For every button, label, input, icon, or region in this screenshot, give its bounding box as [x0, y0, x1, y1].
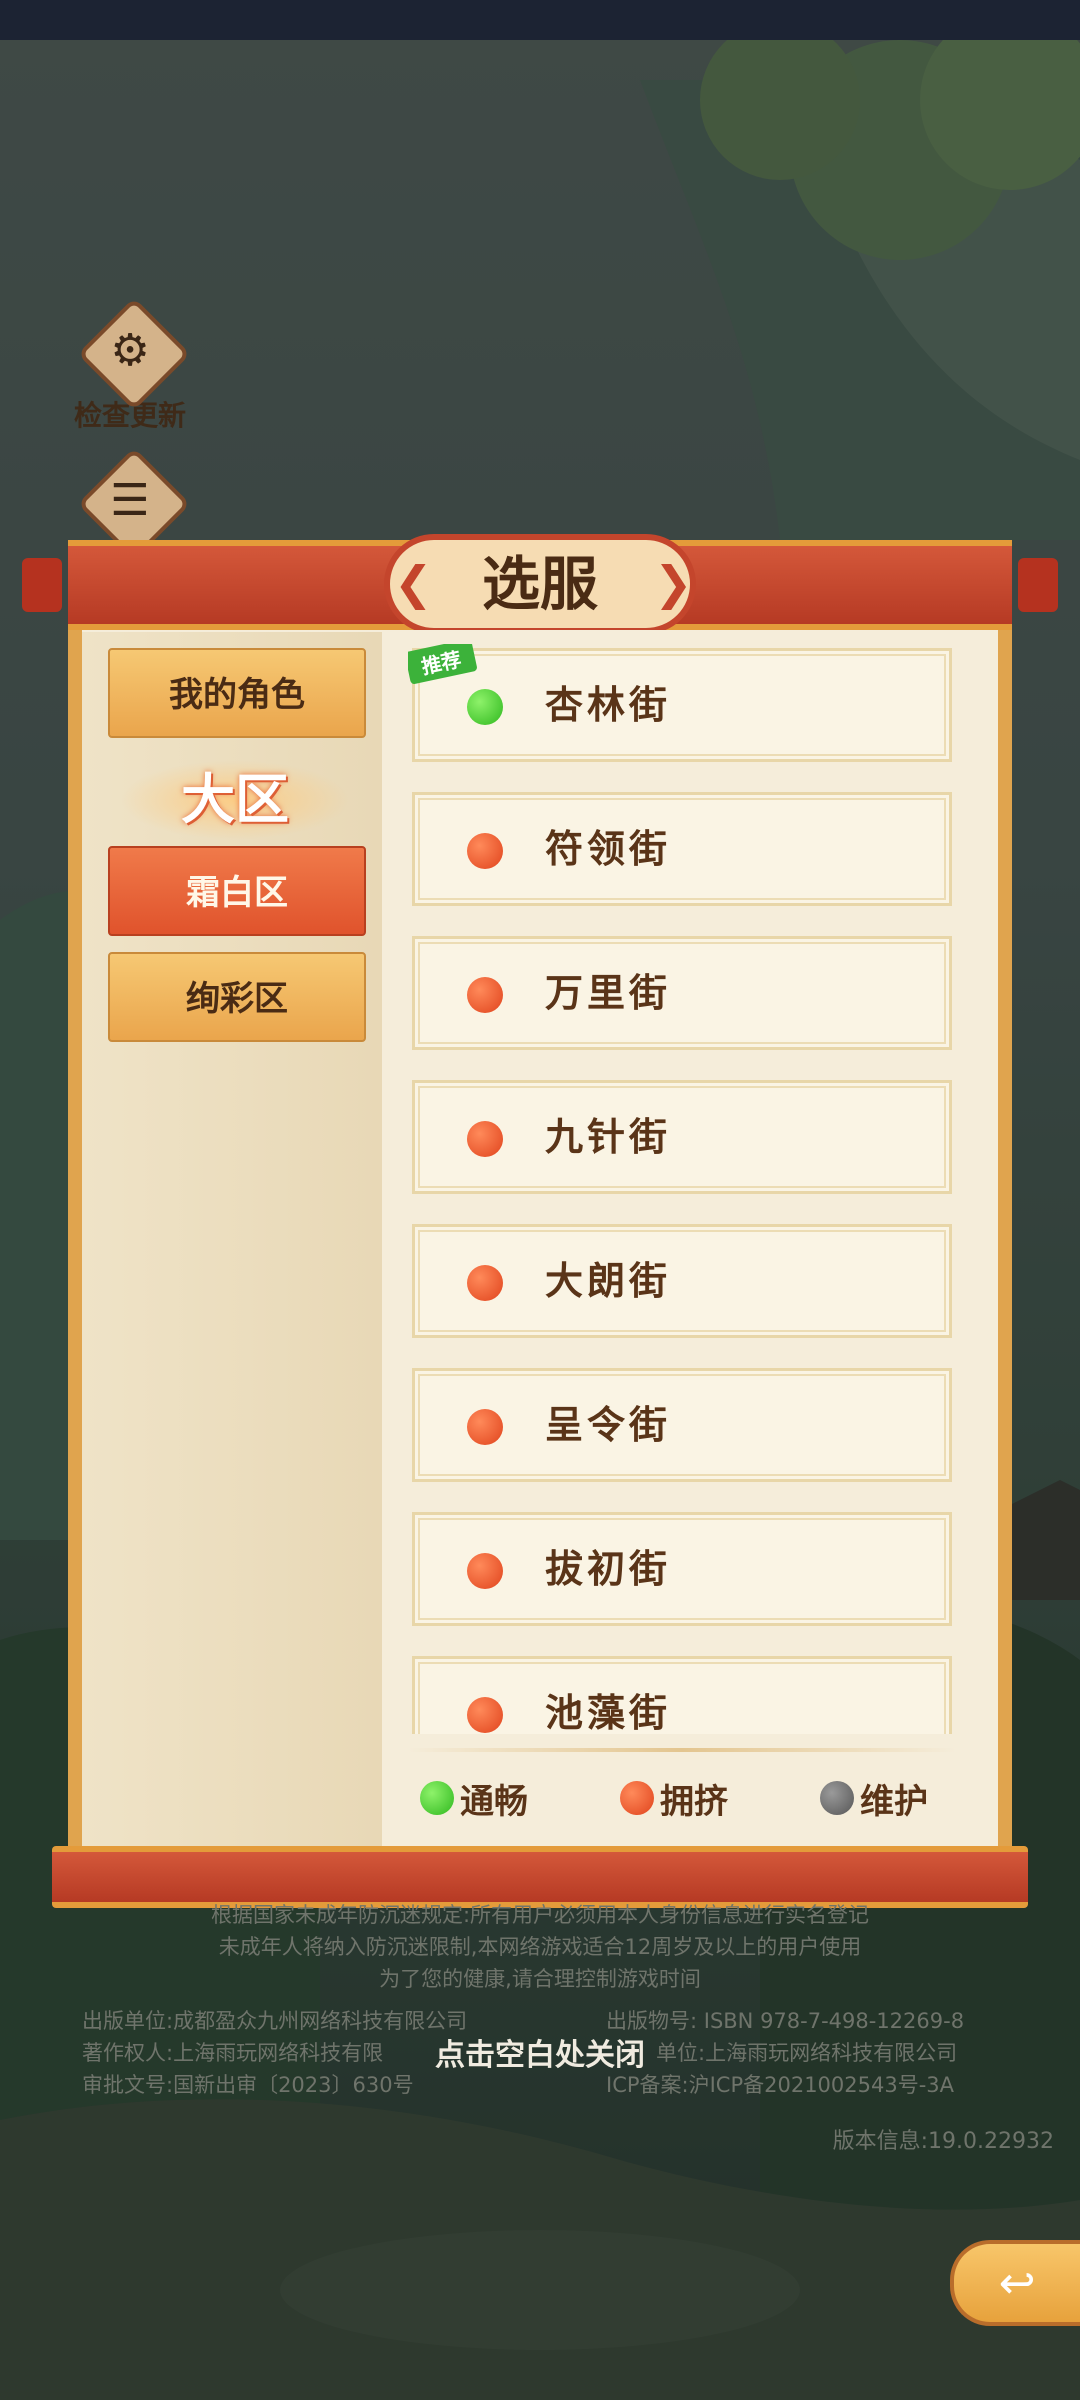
- server-list[interactable]: 推荐 杏林街 符领街 万里街 九针街 大朗街 呈令街 拔初街 池藻街: [408, 644, 956, 1734]
- server-item[interactable]: 符领街: [412, 792, 952, 906]
- server-item[interactable]: 九针街: [412, 1080, 952, 1194]
- legend-maintenance: 维护: [820, 1770, 928, 1826]
- server-name: 符领街: [545, 827, 672, 871]
- scroll-rod-left: [22, 558, 62, 612]
- server-name: 拔初街: [545, 1547, 672, 1591]
- legend-crowded: 拥挤: [620, 1770, 728, 1826]
- server-name: 池藻街: [545, 1691, 672, 1734]
- notice-box-icon: ☰: [77, 447, 191, 561]
- server-item[interactable]: 呈令街: [412, 1368, 952, 1482]
- region-header: 大区: [120, 760, 350, 840]
- back-button[interactable]: ↩: [950, 2240, 1080, 2326]
- legend-label: 维护: [860, 1781, 928, 1822]
- server-name: 杏林街: [545, 683, 672, 727]
- legend-label: 拥挤: [660, 1781, 728, 1822]
- server-item[interactable]: 大朗街: [412, 1224, 952, 1338]
- status-red-icon: [467, 977, 503, 1013]
- scroll-rod-right: [1018, 558, 1058, 612]
- status-green-icon: [467, 689, 503, 725]
- status-red-icon: [467, 1265, 503, 1301]
- tab-region-xuancai[interactable]: 绚彩区: [108, 952, 366, 1042]
- server-item[interactable]: 推荐 杏林街: [408, 644, 952, 762]
- status-red-icon: [620, 1781, 654, 1815]
- search-gear-icon: ⚙: [77, 297, 191, 411]
- recommend-badge: 推荐: [408, 644, 478, 685]
- status-red-icon: [467, 1553, 503, 1589]
- status-grey-icon: [820, 1781, 854, 1815]
- status-red-icon: [467, 833, 503, 869]
- return-arrow-icon: ↩: [998, 2257, 1036, 2309]
- anti-addiction-notice-3: 为了您的健康,请合理控制游戏时间: [379, 1967, 701, 1991]
- check-update-button[interactable]: ⚙ 检查更新: [60, 297, 200, 434]
- tab-region-shuangbai[interactable]: 霜白区: [108, 846, 366, 936]
- legend-label: 通畅: [460, 1781, 528, 1822]
- server-name: 大朗街: [545, 1259, 672, 1303]
- server-name: 呈令街: [545, 1403, 672, 1447]
- server-item[interactable]: 池藻街: [412, 1656, 952, 1734]
- server-item[interactable]: 拔初街: [412, 1512, 952, 1626]
- status-red-icon: [467, 1409, 503, 1445]
- server-name: 万里街: [545, 971, 672, 1015]
- panel-bottom-scroll: [52, 1846, 1028, 1908]
- legend-smooth: 通畅: [420, 1770, 528, 1826]
- status-bar: [0, 0, 1080, 40]
- anti-addiction-notice-2: 未成年人将纳入防沉迷限制,本网络游戏适合12周岁及以上的用户使用: [218, 1935, 862, 1959]
- version-text: 版本信息:19.0.22932: [832, 2129, 1054, 2154]
- server-name: 九针街: [545, 1115, 672, 1159]
- close-hint[interactable]: 点击空白处关闭: [0, 2030, 1080, 2074]
- notice-button[interactable]: ☰: [60, 447, 200, 561]
- status-red-icon: [467, 1121, 503, 1157]
- server-item[interactable]: 万里街: [412, 936, 952, 1050]
- title-plate: ❮ ❯ 选服: [384, 534, 696, 634]
- tab-my-roles[interactable]: 我的角色: [108, 648, 366, 738]
- status-red-icon: [467, 1697, 503, 1733]
- legend-divider: [408, 1748, 956, 1752]
- anti-addiction-notice-1: 根据国家未成年防沉迷规定:所有用户必须用本人身份信息进行实名登记: [210, 1903, 870, 1927]
- status-green-icon: [420, 1781, 454, 1815]
- page-title: 选服: [481, 550, 598, 618]
